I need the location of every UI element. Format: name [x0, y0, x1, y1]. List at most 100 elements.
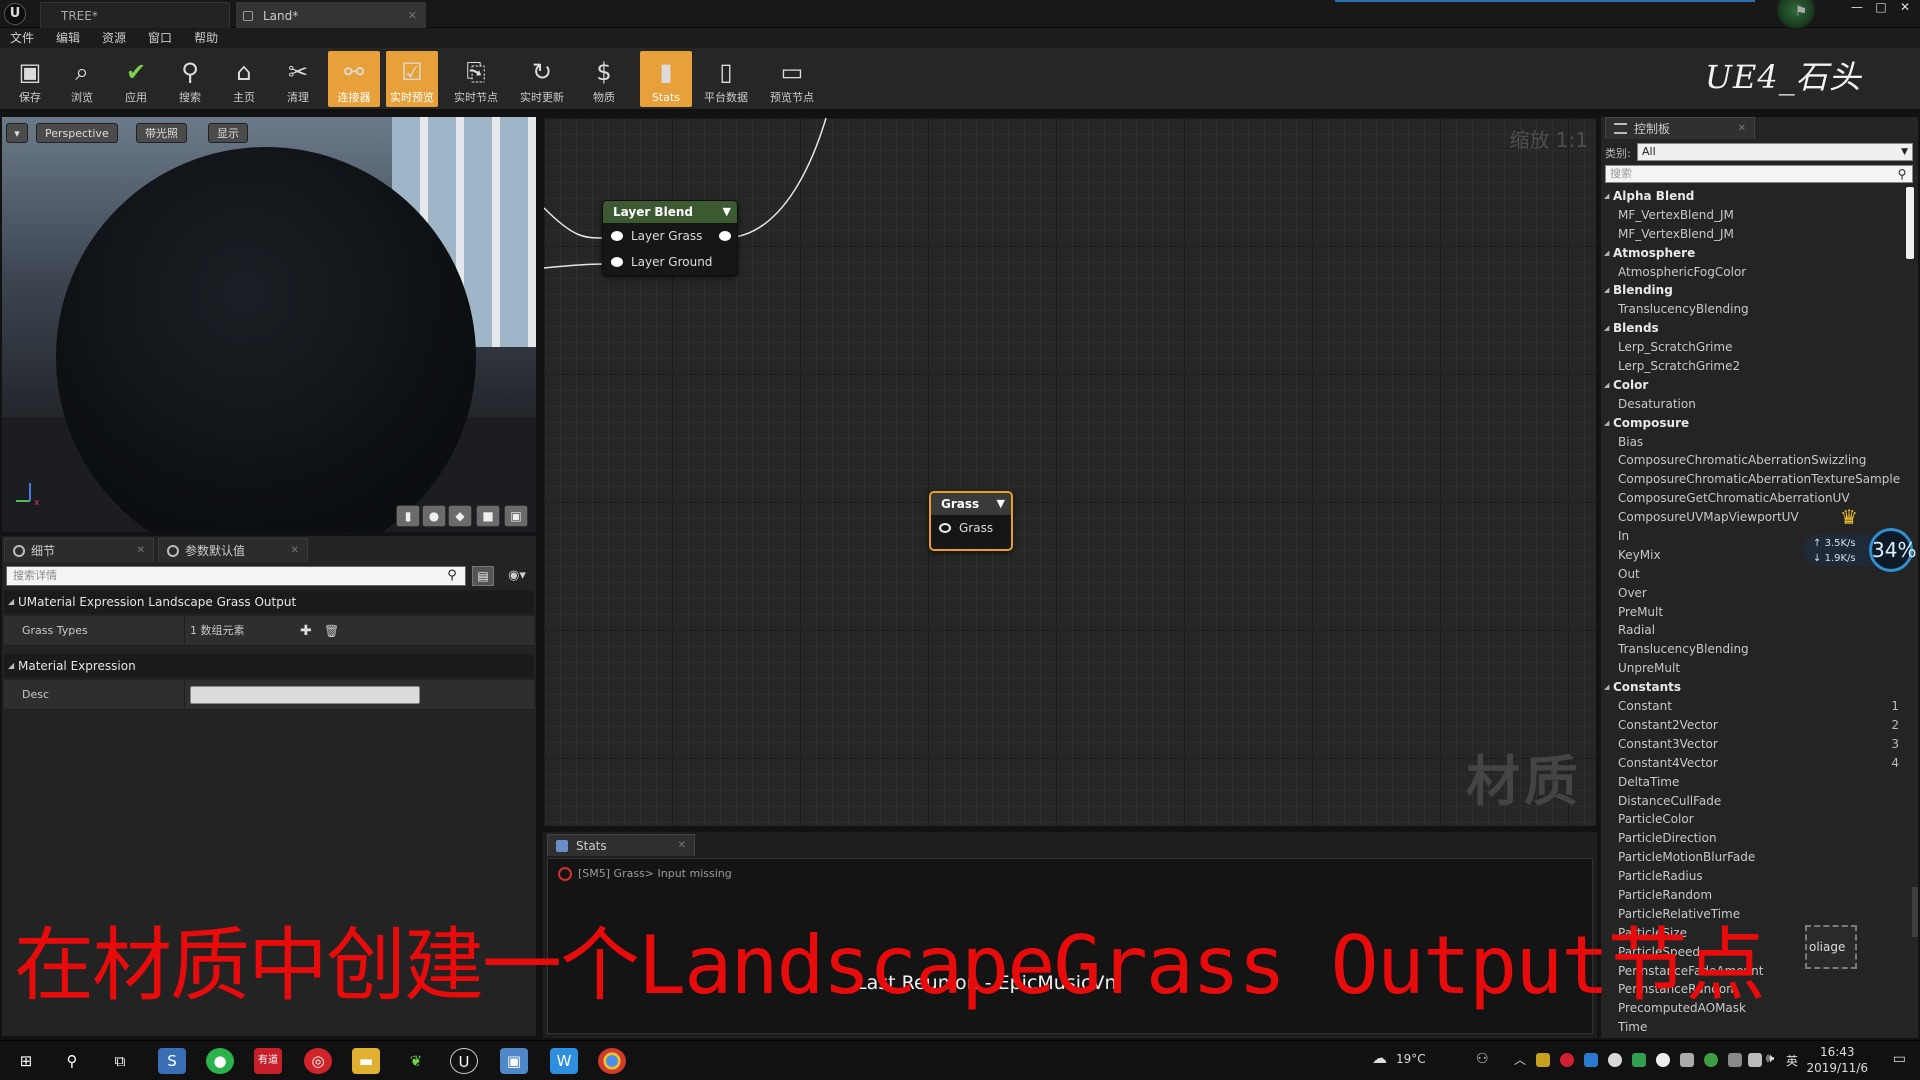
tray-app-icon[interactable]: [1704, 1053, 1718, 1067]
search-icon[interactable]: ⚲: [442, 566, 462, 586]
tray-app-icon[interactable]: [1680, 1053, 1694, 1067]
action-center-icon[interactable]: ▭: [1893, 1051, 1906, 1067]
tab-tree[interactable]: TREE*: [40, 2, 230, 28]
palette-item[interactable]: TranslucencyBlending: [1601, 300, 1903, 319]
tray-bluetooth-icon[interactable]: [1728, 1053, 1742, 1067]
details-search-input[interactable]: 搜索详情: [6, 566, 466, 586]
tab-close-icon[interactable]: ✕: [291, 539, 299, 563]
sphere-preview-button[interactable]: ●: [422, 505, 446, 527]
palette-item[interactable]: Constant4Vector 4: [1601, 754, 1903, 773]
section-landscape-grass-output[interactable]: UMaterial Expression Landscape Grass Out…: [4, 590, 534, 614]
palette-item[interactable]: MF_VertexBlend_JM: [1601, 225, 1903, 244]
palette-item[interactable]: Constant 1: [1601, 697, 1903, 716]
column-divider[interactable]: [184, 616, 185, 646]
ime-indicator[interactable]: 英: [1786, 1052, 1798, 1069]
netease-music-icon[interactable]: ◎: [304, 1048, 332, 1074]
tray-unreal-icon[interactable]: [1656, 1053, 1670, 1067]
column-divider[interactable]: [184, 680, 185, 710]
mesh-preview-button[interactable]: ▣: [504, 505, 528, 527]
search-button[interactable]: ⚲ 搜索: [164, 51, 216, 107]
palette-item[interactable]: AtmosphericFogColor: [1601, 263, 1903, 282]
material-stats-button[interactable]: $ 物质: [578, 51, 630, 107]
tab-land[interactable]: Land* ✕: [236, 2, 426, 28]
tray-netease-icon[interactable]: [1560, 1053, 1574, 1067]
task-view-icon[interactable]: ⧉: [106, 1048, 134, 1074]
delete-elements-icon[interactable]: 🗑: [324, 616, 339, 646]
layer-blend-header[interactable]: Layer Blend ▼: [603, 201, 737, 223]
tab-stats[interactable]: Stats ✕: [547, 834, 695, 856]
live-nodes-button[interactable]: ⎘ 实时节点: [450, 51, 502, 107]
property-matrix-icon[interactable]: ▤: [472, 566, 494, 586]
live-preview-button[interactable]: ☑ 实时预览: [386, 51, 438, 107]
app-image-icon[interactable]: ▣: [500, 1048, 528, 1074]
perspective-button[interactable]: Perspective: [36, 123, 118, 143]
grass-node-header[interactable]: Grass ▼: [931, 493, 1011, 515]
palette-item[interactable]: Lerp_ScratchGrime: [1601, 338, 1903, 357]
close-window-button[interactable]: ✕: [1896, 0, 1914, 20]
tab-close-icon[interactable]: ✕: [408, 3, 417, 29]
home-button[interactable]: ⌂ 主页: [218, 51, 270, 107]
pin-layer-grass[interactable]: Layer Grass: [603, 223, 737, 249]
palette-item[interactable]: ComposureChromaticAberrationSwizzling: [1601, 451, 1903, 470]
menu-window[interactable]: 窗口: [148, 28, 172, 48]
palette-category[interactable]: Constants: [1601, 678, 1903, 697]
add-element-icon[interactable]: ✚: [300, 616, 312, 646]
palette-item[interactable]: TranslucencyBlending: [1601, 640, 1903, 659]
tray-app-icon[interactable]: [1584, 1053, 1598, 1067]
unreal-engine-taskbar-icon[interactable]: U: [450, 1048, 478, 1074]
palette-item[interactable]: ParticleMotionBlurFade: [1601, 848, 1903, 867]
menu-edit[interactable]: 编辑: [56, 28, 80, 48]
palette-category[interactable]: Blends: [1601, 319, 1903, 338]
lit-mode-button[interactable]: 带光照: [136, 123, 187, 143]
palette-category[interactable]: Atmosphere: [1601, 244, 1903, 263]
menu-file[interactable]: 文件: [10, 28, 34, 48]
clean-button[interactable]: ✂ 清理: [272, 51, 324, 107]
minimize-button[interactable]: —: [1848, 0, 1866, 20]
node-dropdown-icon[interactable]: ▼: [723, 201, 731, 223]
material-graph[interactable]: 缩放 1:1 Layer Blend ▼ Layer Grass Layer G…: [543, 117, 1597, 827]
app-leaf-icon[interactable]: ❦: [402, 1048, 430, 1074]
menu-asset[interactable]: 资源: [102, 28, 126, 48]
file-explorer-icon[interactable]: ▬: [352, 1048, 380, 1074]
volume-icon[interactable]: 🕪: [1766, 1051, 1774, 1066]
tab-close-icon[interactable]: ✕: [137, 539, 145, 563]
grass-output-node[interactable]: Grass ▼ Grass: [929, 491, 1013, 551]
connector-button[interactable]: ⚯ 连接器: [328, 51, 380, 107]
view-options-icon[interactable]: ◉▾: [500, 566, 534, 586]
network-speed-widget[interactable]: ↑ 3.5K/s ↓ 1.9K/s 34%: [1803, 528, 1916, 572]
category-select[interactable]: All ▼: [1637, 143, 1913, 161]
tab-palette[interactable]: 控制板 ✕: [1605, 117, 1755, 139]
pin-layer-ground[interactable]: Layer Ground: [603, 249, 737, 275]
viewport-options-button[interactable]: ▾: [6, 123, 28, 143]
palette-item[interactable]: Lerp_ScratchGrime2: [1601, 357, 1903, 376]
start-windows-icon[interactable]: ⊞: [12, 1048, 40, 1074]
cube-preview-button[interactable]: ■: [476, 505, 500, 527]
palette-item[interactable]: Constant3Vector 3: [1601, 735, 1903, 754]
section-material-expression[interactable]: Material Expression: [4, 654, 534, 678]
palette-item[interactable]: Radial: [1601, 621, 1903, 640]
app-chat-icon[interactable]: ●: [206, 1048, 234, 1074]
app-s-icon[interactable]: S: [158, 1048, 186, 1074]
preview-node-button[interactable]: ▭ 预览节点: [762, 51, 822, 107]
palette-category[interactable]: Blending: [1601, 281, 1903, 300]
desc-input[interactable]: [190, 686, 420, 704]
people-icon[interactable]: ⚇: [1476, 1051, 1489, 1067]
browse-button[interactable]: ⌕ 浏览: [56, 51, 108, 107]
palette-category[interactable]: Alpha Blend: [1601, 187, 1903, 206]
palette-item[interactable]: DistanceCullFade: [1601, 792, 1903, 811]
tab-close-icon[interactable]: ✕: [678, 835, 686, 857]
tray-expand-icon[interactable]: ︿: [1514, 1051, 1526, 1068]
layer-blend-node[interactable]: Layer Blend ▼ Layer Grass Layer Ground: [602, 200, 738, 276]
palette-item[interactable]: ParticleRadius: [1601, 867, 1903, 886]
tray-shield-icon[interactable]: [1632, 1053, 1646, 1067]
node-dropdown-icon[interactable]: ▼: [997, 493, 1005, 515]
pin-grass[interactable]: Grass: [931, 515, 1011, 541]
palette-item[interactable]: Desaturation: [1601, 395, 1903, 414]
tray-app-icon[interactable]: [1536, 1053, 1550, 1067]
palette-item[interactable]: MF_VertexBlend_JM: [1601, 206, 1903, 225]
youdao-dict-icon[interactable]: 有道: [254, 1048, 282, 1074]
palette-item[interactable]: ParticleDirection: [1601, 829, 1903, 848]
palette-item[interactable]: UnpreMult: [1601, 659, 1903, 678]
network-icon[interactable]: [1748, 1053, 1762, 1067]
palette-category[interactable]: Color: [1601, 376, 1903, 395]
